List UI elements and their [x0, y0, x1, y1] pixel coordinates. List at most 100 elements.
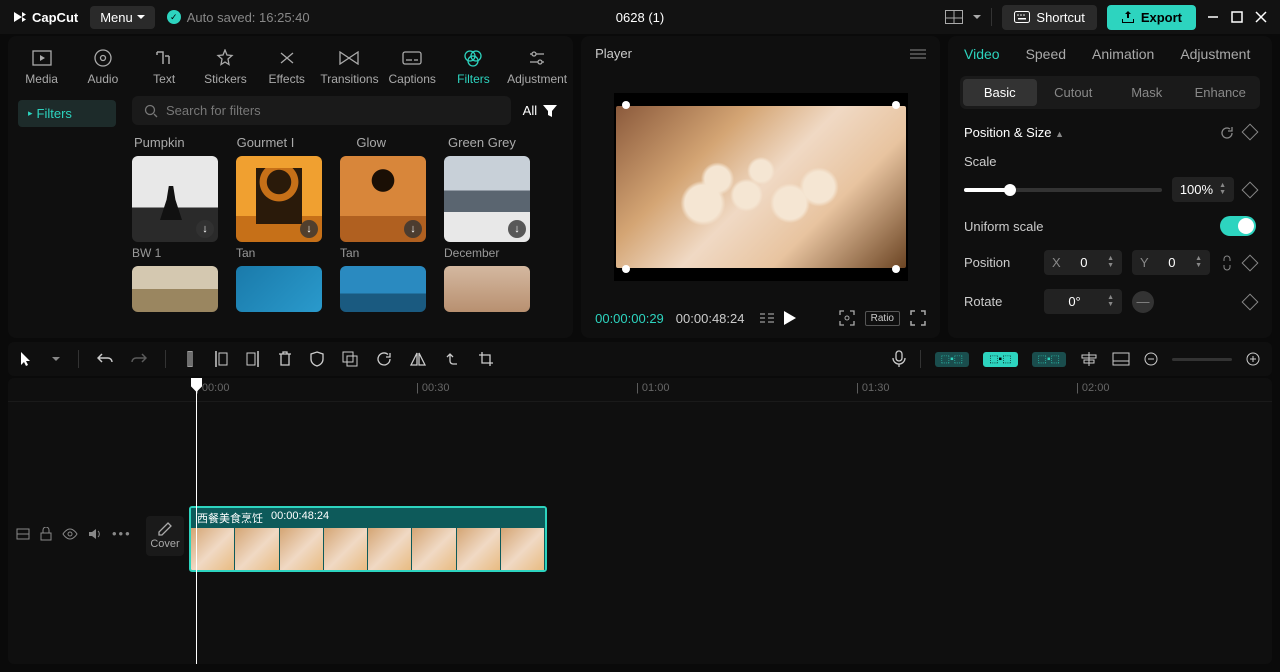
filter-thumb-bw1[interactable]: ↓ [132, 156, 218, 242]
link-icon[interactable] [1220, 255, 1234, 271]
shield-tool[interactable] [310, 351, 324, 367]
link-chip[interactable]: ⬚▪⬚ [1032, 352, 1066, 367]
filter-icon [543, 105, 557, 117]
filter-thumb-row2-2[interactable] [236, 266, 322, 312]
tab-transitions[interactable]: Transitions [318, 44, 380, 90]
scale-slider[interactable] [964, 188, 1162, 192]
position-x[interactable]: X0▲▼ [1044, 250, 1122, 275]
download-icon[interactable]: ↓ [300, 220, 318, 238]
reset-icon[interactable] [1220, 126, 1234, 140]
filter-thumb-tan2[interactable]: ↓ [340, 156, 426, 242]
pointer-tool[interactable] [20, 351, 34, 367]
tab-stickers[interactable]: Stickers [196, 44, 255, 90]
rotate-value[interactable]: 0°▲▼ [1044, 289, 1122, 314]
layout-icon[interactable] [945, 10, 963, 24]
chevron-down-icon[interactable] [52, 357, 60, 362]
video-clip[interactable]: 西餐美食烹饪00:00:48:24 [189, 506, 547, 572]
rotate-tool[interactable] [444, 351, 460, 367]
filter-thumb-tan1[interactable]: ↓ [236, 156, 322, 242]
player-canvas[interactable] [614, 93, 908, 281]
download-icon[interactable]: ↓ [404, 220, 422, 238]
filter-all-button[interactable]: All [519, 103, 561, 118]
refresh-tool[interactable] [376, 351, 392, 367]
filter-category-filters[interactable]: ▸Filters [18, 100, 116, 127]
resize-handle[interactable] [622, 265, 630, 273]
chevron-down-icon[interactable] [973, 15, 981, 20]
eye-icon[interactable] [62, 528, 78, 540]
keyframe-icon[interactable] [1242, 181, 1259, 198]
zoom-slider[interactable] [1172, 358, 1232, 361]
player-label: Player [595, 46, 632, 61]
crop-tool[interactable] [478, 351, 494, 367]
subtab-basic[interactable]: Basic [963, 79, 1037, 106]
zoom-out[interactable] [1144, 352, 1158, 366]
magnet-on[interactable]: ⬚▪⬚ [983, 352, 1017, 367]
filter-thumb-row2-3[interactable] [340, 266, 426, 312]
prop-tab-animation[interactable]: Animation [1092, 46, 1154, 62]
magnet-off[interactable]: ⬚▪⬚ [935, 352, 969, 367]
list-icon[interactable] [760, 312, 774, 324]
playhead[interactable] [196, 378, 197, 664]
subtab-enhance[interactable]: Enhance [1184, 79, 1258, 106]
search-input[interactable]: Search for filters [132, 96, 511, 125]
prop-tab-speed[interactable]: Speed [1026, 46, 1066, 62]
rotate-dial[interactable]: — [1132, 291, 1154, 313]
tab-audio[interactable]: Audio [73, 44, 132, 90]
filter-thumb-row2-4[interactable] [444, 266, 530, 312]
mirror-tool[interactable] [410, 352, 426, 366]
zoom-in[interactable] [1246, 352, 1260, 366]
subtab-mask[interactable]: Mask [1110, 79, 1184, 106]
resize-handle[interactable] [892, 101, 900, 109]
uniform-toggle[interactable] [1220, 216, 1256, 236]
shortcut-button[interactable]: Shortcut [1002, 5, 1096, 30]
tab-effects[interactable]: Effects [257, 44, 316, 90]
redo-button[interactable] [131, 352, 147, 366]
resize-handle[interactable] [622, 101, 630, 109]
tab-media[interactable]: Media [12, 44, 71, 90]
tab-text[interactable]: Text [135, 44, 194, 90]
mute-icon[interactable] [88, 527, 102, 541]
split-left-tool[interactable] [214, 351, 228, 367]
tab-adjustment[interactable]: Adjustment [505, 44, 569, 90]
preview-tool[interactable] [1112, 352, 1130, 366]
scan-icon[interactable] [839, 310, 855, 326]
minimize-button[interactable] [1206, 10, 1220, 24]
close-button[interactable] [1254, 10, 1268, 24]
split-tool[interactable] [184, 351, 196, 367]
tab-captions[interactable]: Captions [383, 44, 442, 90]
resize-handle[interactable] [892, 265, 900, 273]
keyframe-icon[interactable] [1242, 254, 1259, 271]
maximize-button[interactable] [1230, 10, 1244, 24]
export-button[interactable]: Export [1107, 5, 1196, 30]
menu-button[interactable]: Menu [90, 6, 155, 29]
track-collapse-icon[interactable] [16, 528, 30, 540]
more-icon[interactable]: ••• [112, 526, 132, 541]
mic-tool[interactable] [892, 350, 906, 368]
fullscreen-icon[interactable] [910, 310, 926, 326]
tab-filters[interactable]: Filters [444, 44, 503, 90]
lock-icon[interactable] [40, 527, 52, 541]
keyframe-icon[interactable] [1242, 293, 1259, 310]
ratio-button[interactable]: Ratio [865, 311, 900, 326]
split-right-tool[interactable] [246, 351, 260, 367]
scale-value[interactable]: 100%▲▼ [1172, 177, 1234, 202]
download-icon[interactable]: ↓ [508, 220, 526, 238]
align-tool[interactable] [1080, 352, 1098, 366]
player-menu-icon[interactable] [910, 48, 926, 60]
subtab-cutout[interactable]: Cutout [1037, 79, 1111, 106]
prop-tab-video[interactable]: Video [964, 46, 1000, 62]
keyframe-icon[interactable] [1242, 123, 1259, 140]
download-icon[interactable]: ↓ [196, 220, 214, 238]
filter-thumb-december[interactable]: ↓ [444, 156, 530, 242]
copy-tool[interactable] [342, 351, 358, 367]
undo-button[interactable] [97, 352, 113, 366]
cover-button[interactable]: Cover [146, 516, 184, 556]
filter-sidebar: ▸Filters [8, 90, 126, 338]
properties-panel: Video Speed Animation Adjustment Basic C… [948, 36, 1272, 338]
prop-tab-adjustment[interactable]: Adjustment [1180, 46, 1250, 62]
play-button[interactable] [784, 311, 796, 325]
filter-thumb-row2-1[interactable] [132, 266, 218, 312]
position-y[interactable]: Y0▲▼ [1132, 250, 1210, 275]
rotate-label: Rotate [964, 294, 1034, 309]
delete-tool[interactable] [278, 351, 292, 367]
